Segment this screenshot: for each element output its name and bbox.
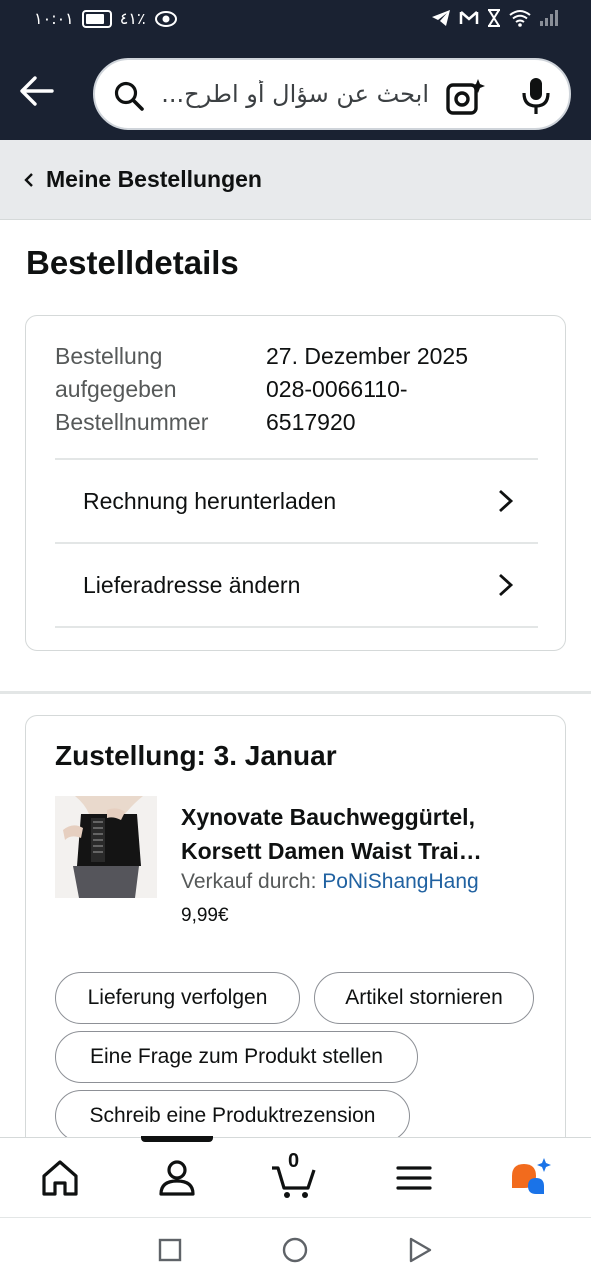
status-bar: ١٠:٠١ ٤١٪ bbox=[0, 0, 591, 42]
download-invoice-row[interactable]: Rechnung herunterladen bbox=[55, 458, 538, 542]
delivery-date-title: Zustellung: 3. Januar bbox=[55, 740, 337, 771]
signal-icon bbox=[540, 10, 558, 26]
breadcrumb-label[interactable]: Meine Bestellungen bbox=[46, 166, 262, 193]
order-date-label-line2: aufgegeben bbox=[55, 376, 177, 402]
account-icon[interactable] bbox=[155, 1156, 199, 1200]
order-date-label-line1: Bestellung bbox=[55, 343, 163, 369]
order-number-label: Bestellnummer bbox=[55, 409, 209, 435]
seller-link[interactable]: PoNiShangHang bbox=[322, 870, 478, 893]
app-header bbox=[0, 42, 591, 140]
order-meta-labels: Bestellung aufgegeben Bestellnummer bbox=[55, 340, 208, 439]
product-price: 9,99€ bbox=[181, 905, 229, 926]
cart-count: 0 bbox=[288, 1150, 300, 1172]
search-icon bbox=[114, 81, 144, 111]
chevron-right-icon bbox=[499, 573, 514, 597]
recent-apps-icon[interactable] bbox=[156, 1236, 184, 1264]
order-date-value: 27. Dezember 2025 bbox=[266, 343, 469, 369]
status-left: ١٠:٠١ ٤١٪ bbox=[34, 9, 178, 28]
order-info-card: Bestellung aufgegeben Bestellnummer 27. … bbox=[25, 315, 566, 651]
status-right bbox=[431, 9, 559, 27]
hourglass-icon bbox=[488, 9, 500, 27]
back-triangle-icon[interactable] bbox=[406, 1236, 434, 1264]
list-divider bbox=[55, 626, 538, 628]
download-invoice-label: Rechnung herunterladen bbox=[83, 487, 337, 514]
section-divider bbox=[0, 691, 591, 694]
chevron-right-icon bbox=[499, 489, 514, 513]
search-input[interactable] bbox=[157, 74, 429, 114]
shipment-card: Zustellung: 3. Januar Xynovate Bauchwegg… bbox=[25, 715, 566, 1195]
seller-line: Verkauf durch: PoNiShangHang bbox=[181, 870, 479, 894]
chevron-left-icon bbox=[24, 172, 33, 187]
telegram-icon bbox=[432, 10, 450, 26]
menu-icon[interactable] bbox=[392, 1156, 436, 1200]
system-nav-bar bbox=[0, 1217, 591, 1280]
cancel-item-button[interactable]: Artikel stornieren bbox=[314, 972, 534, 1024]
camera-icon[interactable] bbox=[445, 77, 485, 117]
wifi-icon bbox=[509, 10, 531, 27]
ask-product-question-button[interactable]: Eine Frage zum Produkt stellen bbox=[55, 1031, 418, 1083]
battery-percent: ٤١٪ bbox=[119, 9, 146, 28]
mic-icon[interactable] bbox=[519, 76, 553, 116]
battery-icon bbox=[81, 9, 112, 28]
change-address-label: Lieferadresse ändern bbox=[83, 571, 301, 598]
search-bar[interactable] bbox=[93, 58, 571, 130]
track-delivery-button[interactable]: Lieferung verfolgen bbox=[55, 972, 300, 1024]
change-address-row[interactable]: Lieferadresse ändern bbox=[55, 542, 538, 626]
eye-icon bbox=[154, 10, 177, 27]
clock: ١٠:٠١ bbox=[34, 9, 74, 28]
breadcrumb[interactable]: Meine Bestellungen bbox=[0, 140, 591, 220]
product-image[interactable] bbox=[55, 796, 157, 898]
cart-button[interactable]: 0 bbox=[270, 1150, 318, 1200]
write-review-button[interactable]: Schreib eine Produktrezension bbox=[55, 1090, 410, 1142]
gmail-icon bbox=[459, 11, 479, 24]
home-circle-icon[interactable] bbox=[281, 1236, 309, 1264]
order-number-value-line2: 6517920 bbox=[266, 409, 356, 435]
back-arrow-icon[interactable] bbox=[18, 72, 56, 110]
page-title: Bestelldetails bbox=[26, 244, 239, 281]
active-tab-indicator bbox=[141, 1136, 213, 1142]
seller-prefix: Verkauf durch: bbox=[181, 870, 323, 893]
home-icon[interactable] bbox=[38, 1156, 82, 1200]
bottom-nav: 0 bbox=[0, 1136, 591, 1217]
order-meta-values: 27. Dezember 2025 028-0066110- 6517920 bbox=[266, 340, 526, 439]
product-title[interactable]: Xynovate Bauchweggürtel, Korsett Damen W… bbox=[181, 800, 531, 868]
corset-product-thumbnail bbox=[55, 796, 157, 898]
order-number-value-line1: 028-0066110- bbox=[266, 376, 408, 402]
rufus-ai-icon[interactable] bbox=[508, 1156, 552, 1200]
